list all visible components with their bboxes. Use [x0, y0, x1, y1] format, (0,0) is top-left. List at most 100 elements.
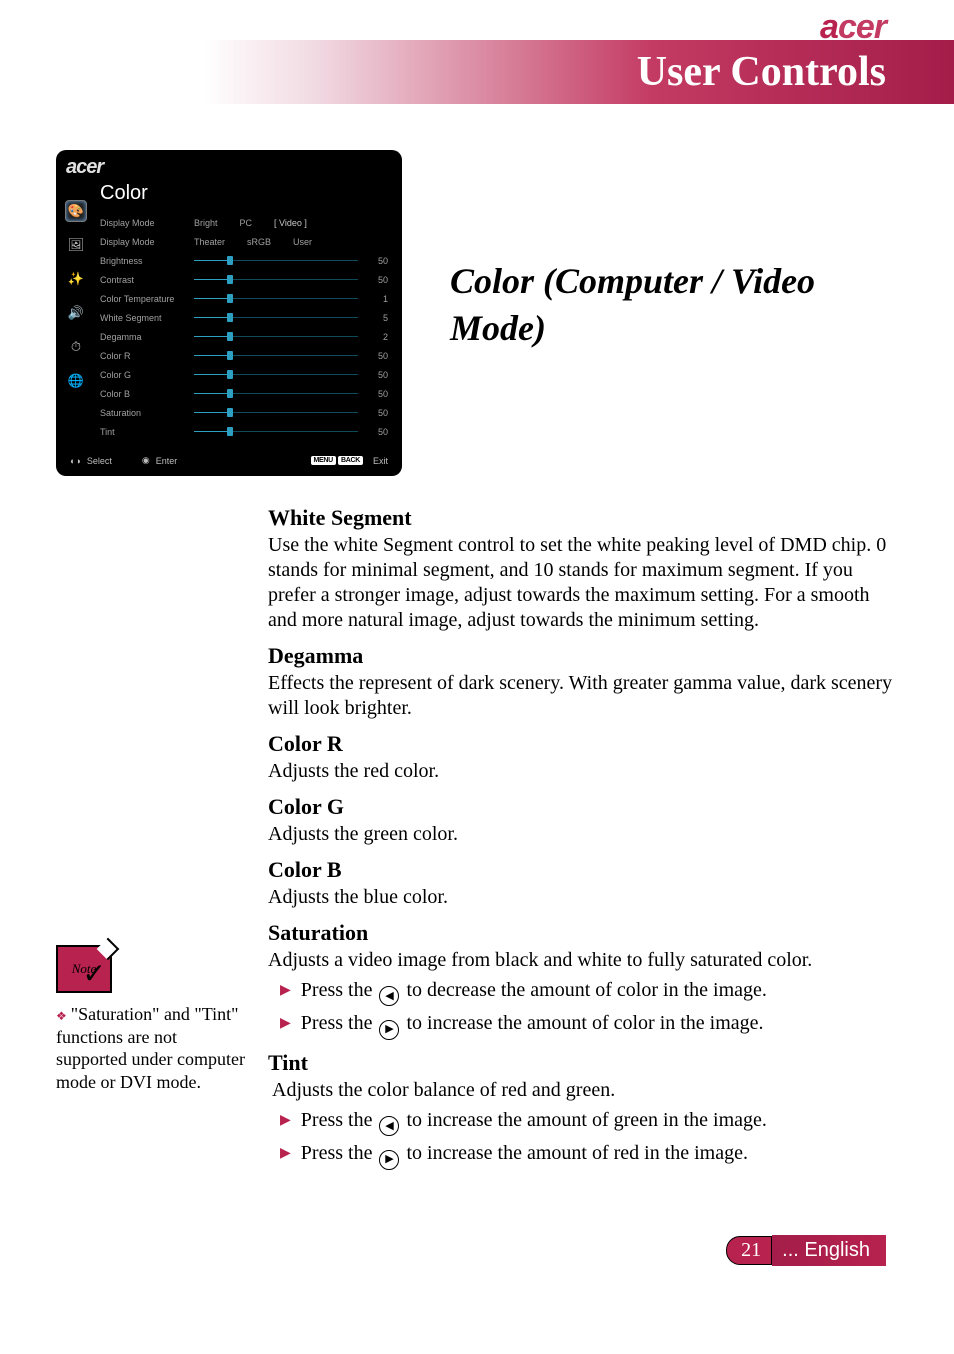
- right-arrow-button-icon: ▶: [379, 1150, 399, 1170]
- osd-slider-value: 50: [358, 408, 388, 418]
- osd-slider-value: 5: [358, 313, 388, 323]
- osd-slider-value: 50: [358, 427, 388, 437]
- osd-slider-label: Tint: [96, 427, 194, 437]
- menu-button-icon: MENU: [311, 456, 336, 465]
- slider-knob-icon[interactable]: [227, 256, 233, 265]
- osd-slider-value: 50: [358, 370, 388, 380]
- note-block: Note ✓ ❖"Saturation" and "Tint" function…: [56, 945, 246, 1093]
- timer-icon[interactable]: ⏱: [65, 336, 87, 358]
- osd-slider-row[interactable]: Contrast 50: [96, 270, 394, 289]
- back-button-icon: BACK: [338, 456, 363, 465]
- osd-slider-row[interactable]: Color Temperature 1: [96, 289, 394, 308]
- osd-slider[interactable]: 50: [194, 351, 394, 361]
- osd-slider-label: White Segment: [96, 313, 194, 323]
- osd-slider[interactable]: 50: [194, 275, 394, 285]
- palette-icon[interactable]: 🎨: [65, 200, 87, 222]
- diamond-icon: ❖: [56, 1009, 67, 1023]
- title-band: User Controls: [204, 40, 954, 104]
- bullet-icon: ▶: [280, 1145, 291, 1164]
- slider-knob-icon[interactable]: [227, 408, 233, 417]
- osd-slider-row[interactable]: Degamma 2: [96, 327, 394, 346]
- osd-slider[interactable]: 5: [194, 313, 394, 323]
- osd-slider-value: 2: [358, 332, 388, 342]
- osd-slider[interactable]: 50: [194, 427, 394, 437]
- doc-body: White Segment Use the white Segment cont…: [268, 495, 896, 1170]
- nav-arrows-icon: ◐◑: [70, 456, 81, 466]
- enter-icon: ◉: [142, 455, 150, 466]
- slider-knob-icon[interactable]: [227, 275, 233, 284]
- bullet-icon: ▶: [280, 1015, 291, 1034]
- osd-row-mode1[interactable]: Display Mode Bright PC [ Video ]: [96, 213, 394, 232]
- right-arrow-button-icon: ▶: [379, 1020, 399, 1040]
- checkmark-icon: ✓: [83, 957, 106, 991]
- osd-slider-label: Color G: [96, 370, 194, 380]
- bullet-sat-decrease: ▶Press the ◀ to decrease the amount of c…: [268, 977, 896, 1006]
- osd-slider-label: Saturation: [96, 408, 194, 418]
- note-text: ❖"Saturation" and "Tint" functions are n…: [56, 1003, 246, 1093]
- osd-slider-label: Color R: [96, 351, 194, 361]
- heading-color-b: Color B: [268, 857, 896, 883]
- heading-degamma: Degamma: [268, 643, 896, 669]
- osd-slider-row[interactable]: Tint 50: [96, 422, 394, 441]
- heading-tint: Tint: [268, 1050, 896, 1076]
- audio-icon[interactable]: 🔊: [65, 302, 87, 324]
- heading-color-r: Color R: [268, 731, 896, 757]
- osd-slider-value: 50: [358, 256, 388, 266]
- osd-row-mode2[interactable]: Display Mode Theater sRGB User: [96, 232, 394, 251]
- osd-footer: ◐◑ Select ◉ Enter MENU BACK Exit: [70, 455, 388, 466]
- osd-slider-row[interactable]: Saturation 50: [96, 403, 394, 422]
- osd-slider-row[interactable]: Brightness50: [96, 251, 394, 270]
- slider-knob-icon[interactable]: [227, 370, 233, 379]
- osd-brand: acer: [56, 150, 402, 182]
- bullet-tint-green: ▶Press the ◀ to increase the amount of g…: [268, 1107, 896, 1136]
- para-color-g: Adjusts the green color.: [268, 822, 896, 847]
- image-icon[interactable]: 🖼: [65, 234, 87, 256]
- left-arrow-button-icon: ◀: [379, 986, 399, 1006]
- para-color-b: Adjusts the blue color.: [268, 885, 896, 910]
- para-tint: Adjusts the color balance of red and gre…: [268, 1078, 896, 1103]
- osd-tab-icons: 🎨 🖼 ✨ 🔊 ⏱ 🌐: [56, 182, 96, 441]
- bullet-tint-red: ▶Press the ▶ to increase the amount of r…: [268, 1140, 896, 1169]
- para-saturation: Adjusts a video image from black and whi…: [268, 948, 896, 973]
- osd-slider-label: Color B: [96, 389, 194, 399]
- page-language: ... English: [772, 1235, 886, 1266]
- osd-slider-label: Contrast: [96, 275, 194, 285]
- osd-slider-value: 50: [358, 351, 388, 361]
- heading-saturation: Saturation: [268, 920, 896, 946]
- osd-slider-value: 50: [358, 389, 388, 399]
- page-number: 21: [726, 1236, 772, 1265]
- osd-slider-row[interactable]: Color B 50: [96, 384, 394, 403]
- osd-slider[interactable]: 50: [194, 408, 394, 418]
- osd-slider-label: Color Temperature: [96, 294, 194, 304]
- osd-slider-value: 50: [358, 275, 388, 285]
- note-icon: Note ✓: [56, 945, 112, 993]
- management-icon[interactable]: ✨: [65, 268, 87, 290]
- osd-slider[interactable]: 50: [194, 370, 394, 380]
- page-title: User Controls: [637, 48, 886, 96]
- osd-slider-row[interactable]: Color R 50: [96, 346, 394, 365]
- slider-knob-icon[interactable]: [227, 427, 233, 436]
- osd-title: Color: [96, 182, 394, 213]
- osd-slider[interactable]: 2: [194, 332, 394, 342]
- slider-knob-icon[interactable]: [227, 389, 233, 398]
- osd-slider[interactable]: 50: [194, 256, 394, 266]
- slider-knob-icon[interactable]: [227, 351, 233, 360]
- language-icon[interactable]: 🌐: [65, 370, 87, 392]
- heading-color-g: Color G: [268, 794, 896, 820]
- osd-slider[interactable]: 1: [194, 294, 394, 304]
- bullet-icon: ▶: [280, 982, 291, 1001]
- page-footer: 21 ... English: [726, 1235, 886, 1266]
- osd-slider-label: Degamma: [96, 332, 194, 342]
- osd-panel: acer 🎨 🖼 ✨ 🔊 ⏱ 🌐 Color Display Mode Brig…: [56, 150, 402, 476]
- slider-knob-icon[interactable]: [227, 313, 233, 322]
- bullet-icon: ▶: [280, 1112, 291, 1131]
- heading-white-segment: White Segment: [268, 505, 896, 531]
- section-title: Color (Computer / Video Mode): [450, 258, 880, 352]
- osd-slider[interactable]: 50: [194, 389, 394, 399]
- osd-slider-row[interactable]: Color G 50: [96, 365, 394, 384]
- osd-slider-row[interactable]: White Segment 5: [96, 308, 394, 327]
- slider-knob-icon[interactable]: [227, 294, 233, 303]
- slider-knob-icon[interactable]: [227, 332, 233, 341]
- osd-slider-value: 1: [358, 294, 388, 304]
- para-white-segment: Use the white Segment control to set the…: [268, 533, 896, 633]
